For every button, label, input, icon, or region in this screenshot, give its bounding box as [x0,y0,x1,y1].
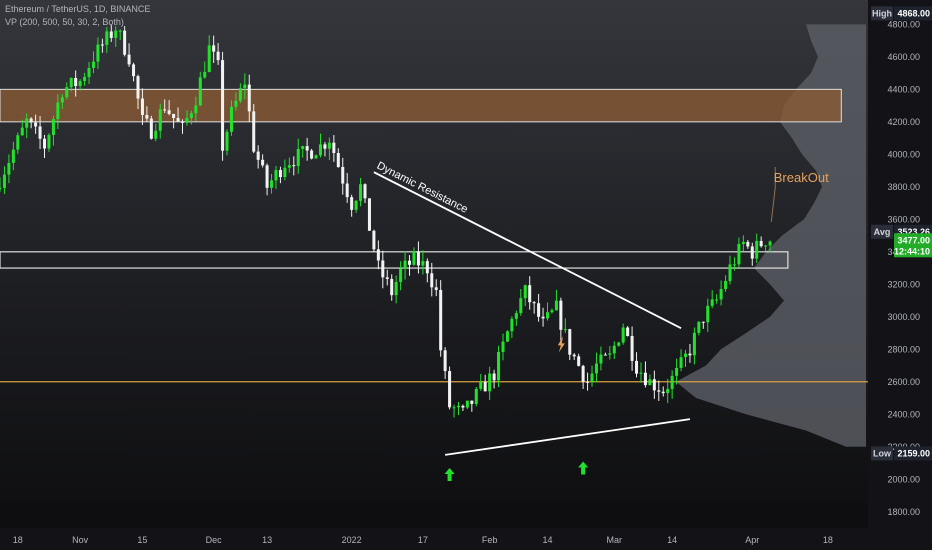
countdown-value: 12:44:10 [894,246,930,256]
time-tick: Mar [607,535,623,545]
price-tick: 4000.00 [887,149,920,159]
time-tick: 18 [13,535,23,545]
breakout-label: BreakOut [774,170,829,185]
price-tick: 3800.00 [887,182,920,192]
indicator-title: VP (200, 500, 50, 30, 2, Both) [5,17,124,27]
time-tick: 2022 [342,535,362,545]
resistance-zone [0,88,842,123]
time-tick: Nov [72,535,89,545]
candle-down [149,115,153,140]
candle-up [474,386,478,407]
symbol-title: Ethereum / TetherUS, 1D, BINANCE [5,4,151,14]
candle-down [252,104,256,154]
candle-down [372,229,376,252]
time-tick: Apr [745,535,759,545]
time-tick: 14 [542,535,552,545]
time-tick: 15 [137,535,147,545]
high-badge-label: High [872,8,892,18]
avg-badge-label: Avg [874,227,891,237]
price-tick: 4200.00 [887,117,920,127]
high-badge: High 4868.00 [871,6,932,21]
price-tick: 3000.00 [887,312,920,322]
candle-down [626,326,630,337]
price-chart[interactable]: Dynamic Resistance BreakOut USDT1800.002… [0,0,932,550]
high-badge-value: 4868.00 [897,8,930,18]
low-badge: Low 2159.00 [871,446,932,461]
price-tick: 2400.00 [887,409,920,419]
time-tick: 14 [667,535,677,545]
last-price-value: 3477.00 [897,235,930,245]
time-tick: 13 [262,535,272,545]
time-tick: Feb [482,535,498,545]
price-tick: 3200.00 [887,279,920,289]
candle-down [439,280,443,357]
time-tick: Dec [206,535,223,545]
price-tick: 4800.00 [887,19,920,29]
price-tick: 4400.00 [887,84,920,94]
price-tick: 2800.00 [887,344,920,354]
price-tick: 1800.00 [887,507,920,517]
price-tick: 4600.00 [887,52,920,62]
candle-down [221,51,225,161]
price-tick: 2600.00 [887,377,920,387]
time-tick: 17 [418,535,428,545]
low-badge-value: 2159.00 [897,448,930,458]
candle-up [505,330,509,343]
last-price-badge: 3477.0012:44:10 [894,233,932,258]
candle-down [448,366,452,410]
time-tick: 18 [823,535,833,545]
price-tick: 2000.00 [887,474,920,484]
low-badge-label: Low [873,448,892,458]
candle-down [310,148,314,160]
candle-down [367,198,371,231]
price-tick: 3600.00 [887,214,920,224]
